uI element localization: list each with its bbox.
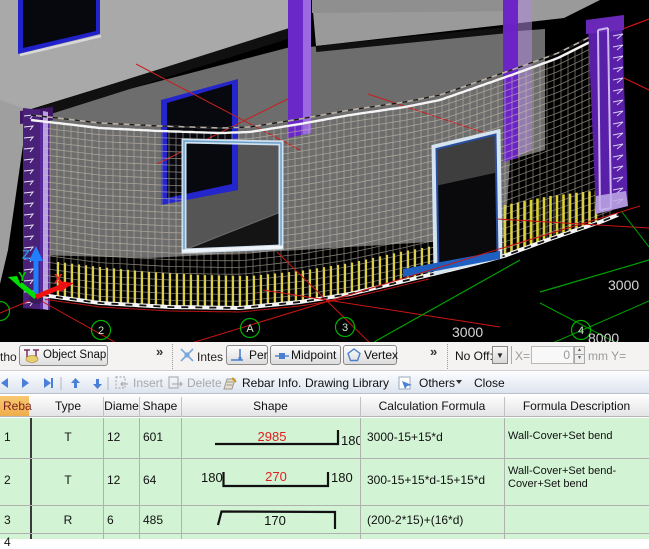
svg-text:180: 180	[331, 470, 353, 485]
svg-text:Z: Z	[22, 247, 30, 262]
svg-text:3: 3	[342, 322, 348, 334]
svg-text:A: A	[246, 323, 254, 335]
svg-text:Y: Y	[18, 269, 27, 284]
svg-text:X: X	[54, 271, 63, 286]
svg-text:180: 180	[201, 470, 223, 485]
svg-text:3000: 3000	[452, 324, 483, 340]
svg-text:2: 2	[98, 325, 104, 337]
svg-text:8000: 8000	[588, 330, 619, 342]
svg-text:4: 4	[578, 325, 584, 337]
svg-text:180: 180	[341, 433, 360, 448]
svg-text:170: 170	[264, 513, 286, 528]
svg-text:3000: 3000	[608, 277, 639, 293]
svg-text:270: 270	[265, 469, 287, 484]
svg-text:2985: 2985	[258, 429, 287, 444]
